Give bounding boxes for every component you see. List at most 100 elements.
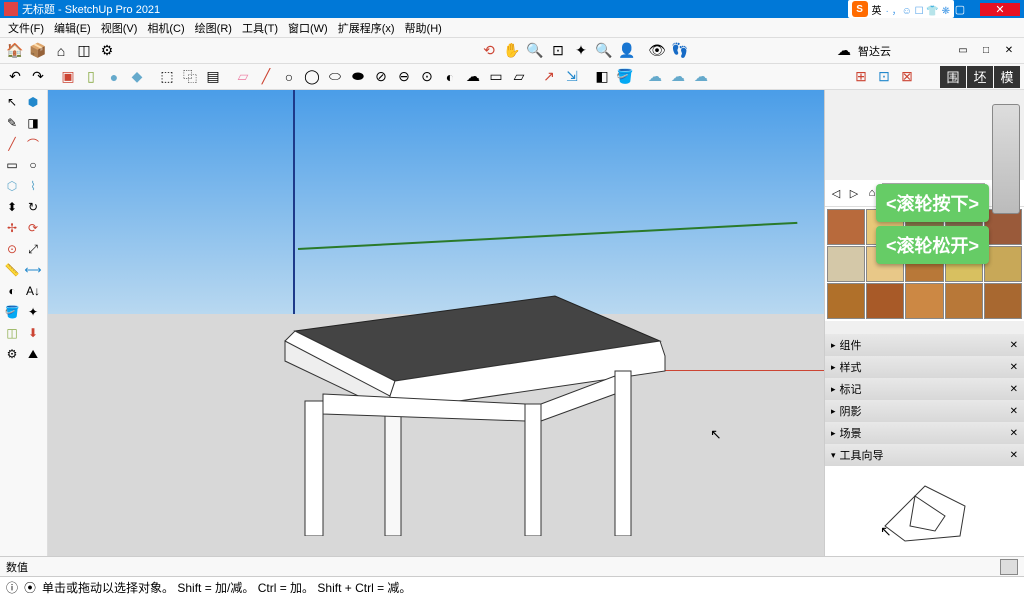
tray-header[interactable]: ▾工具向导✕ bbox=[825, 444, 1024, 466]
circle7-icon[interactable]: ⊙ bbox=[416, 66, 438, 88]
tray-header[interactable]: ▸标记✕ bbox=[825, 378, 1024, 400]
material-swatch[interactable] bbox=[827, 283, 865, 319]
zoom-icon[interactable]: 🔍 bbox=[524, 40, 546, 62]
close-button[interactable]: ✕ bbox=[980, 3, 1020, 16]
protractor-icon[interactable]: ◐ bbox=[2, 281, 22, 301]
tray-header[interactable]: ▸场景✕ bbox=[825, 422, 1024, 444]
panel-min-icon[interactable]: ▭ bbox=[952, 40, 974, 62]
menu-camera[interactable]: 相机(C) bbox=[143, 18, 188, 38]
move2-icon[interactable]: ✢ bbox=[2, 218, 22, 238]
tray-close-icon[interactable]: ✕ bbox=[1010, 362, 1018, 373]
menu-file[interactable]: 文件(F) bbox=[4, 18, 48, 38]
select-icon[interactable]: ⬚ bbox=[156, 66, 178, 88]
copy-icon[interactable]: ⿻ bbox=[179, 66, 201, 88]
warehouse-icon[interactable]: ⬇ bbox=[23, 323, 43, 343]
select-tool-icon[interactable]: ↖ bbox=[2, 92, 22, 112]
zoom-window-icon[interactable]: ⊡ bbox=[547, 40, 569, 62]
circle1-icon[interactable]: ○ bbox=[278, 66, 300, 88]
tab-3[interactable]: 模 bbox=[994, 66, 1020, 88]
line2-icon[interactable]: ╱ bbox=[2, 134, 22, 154]
follow-icon[interactable]: ↻ bbox=[23, 197, 43, 217]
gear-icon[interactable]: ⚙ bbox=[96, 40, 118, 62]
circle4-icon[interactable]: ⬬ bbox=[347, 66, 369, 88]
tab-2[interactable]: 坯 bbox=[967, 66, 993, 88]
menu-draw[interactable]: 绘图(R) bbox=[191, 18, 236, 38]
tray-close-icon[interactable]: ✕ bbox=[1010, 340, 1018, 351]
section-icon[interactable]: ◫ bbox=[2, 323, 22, 343]
arc-icon[interactable]: ⌒ bbox=[23, 134, 43, 154]
material-swatch[interactable] bbox=[945, 283, 983, 319]
viewport[interactable]: ↖ bbox=[48, 90, 824, 556]
home-icon[interactable]: ⌂ bbox=[50, 40, 72, 62]
circle5-icon[interactable]: ⊘ bbox=[370, 66, 392, 88]
eraser2-icon[interactable]: ◨ bbox=[23, 113, 43, 133]
undo-icon[interactable]: ↶ bbox=[4, 66, 26, 88]
material-swatch[interactable] bbox=[827, 246, 865, 282]
freehand-icon[interactable]: ⌇ bbox=[23, 176, 43, 196]
cylinder-icon[interactable]: ▯ bbox=[80, 66, 102, 88]
tray-close-icon[interactable]: ✕ bbox=[1010, 428, 1018, 439]
circle-tool-icon[interactable]: ○ bbox=[23, 155, 43, 175]
tray-close-icon[interactable]: ✕ bbox=[1010, 384, 1018, 395]
previous-view-icon[interactable]: 🔍 bbox=[593, 40, 615, 62]
rotate-icon[interactable]: ⟳ bbox=[23, 218, 43, 238]
move-icon[interactable]: ↗ bbox=[538, 66, 560, 88]
shape3-icon[interactable]: ▭ bbox=[485, 66, 507, 88]
tape-icon[interactable]: 📏 bbox=[2, 260, 22, 280]
material-swatch[interactable] bbox=[984, 246, 1022, 282]
cloud1-icon[interactable]: ☁ bbox=[644, 66, 666, 88]
rect-icon[interactable]: ▱ bbox=[232, 66, 254, 88]
redo-icon[interactable]: ↷ bbox=[27, 66, 49, 88]
eraser-icon[interactable]: ◧ bbox=[591, 66, 613, 88]
shape1-icon[interactable]: ◐ bbox=[439, 66, 461, 88]
walk-icon[interactable]: 👣 bbox=[669, 40, 691, 62]
cloud2-icon[interactable]: ☁ bbox=[667, 66, 689, 88]
orbit-icon[interactable]: ⟲ bbox=[478, 40, 500, 62]
panel-btn-2[interactable]: ⊡ bbox=[873, 66, 895, 88]
axes-icon[interactable]: ✦ bbox=[23, 302, 43, 322]
dimension-icon[interactable]: ⟷ bbox=[23, 260, 43, 280]
cloud-icon[interactable]: ☁ bbox=[833, 40, 855, 62]
panel-max-icon[interactable]: □ bbox=[975, 40, 997, 62]
offset-icon[interactable]: ⊙ bbox=[2, 239, 22, 259]
sphere-icon[interactable]: ● bbox=[103, 66, 125, 88]
ime-icon[interactable]: S bbox=[852, 1, 868, 17]
tray-header[interactable]: ▸阴影✕ bbox=[825, 400, 1024, 422]
pan-icon[interactable]: ✋ bbox=[501, 40, 523, 62]
tab-1[interactable]: 围 bbox=[940, 66, 966, 88]
material-swatch[interactable] bbox=[984, 209, 1022, 245]
zoom-extents-icon[interactable]: ✦ bbox=[570, 40, 592, 62]
sandbox-icon[interactable]: ⛰ bbox=[23, 344, 43, 364]
circle2-icon[interactable]: ◯ bbox=[301, 66, 323, 88]
tray-header[interactable]: ▸组件✕ bbox=[825, 334, 1024, 356]
box-icon[interactable]: 📦 bbox=[27, 40, 49, 62]
line-icon[interactable]: ╱ bbox=[255, 66, 277, 88]
menu-edit[interactable]: 编辑(E) bbox=[50, 18, 95, 38]
menu-tools[interactable]: 工具(T) bbox=[238, 18, 282, 38]
shape2-icon[interactable]: ☁ bbox=[462, 66, 484, 88]
material-swatch[interactable] bbox=[866, 283, 904, 319]
3d-icon[interactable]: ⬢ bbox=[23, 92, 43, 112]
poly2-icon[interactable]: ⬡ bbox=[2, 176, 22, 196]
shape4-icon[interactable]: ▱ bbox=[508, 66, 530, 88]
side-scrollbar[interactable] bbox=[992, 104, 1020, 214]
nav-fwd-icon[interactable]: ▷ bbox=[846, 185, 862, 201]
panel-btn-3[interactable]: ⊠ bbox=[896, 66, 918, 88]
material-swatch[interactable] bbox=[905, 283, 943, 319]
menu-extensions[interactable]: 扩展程序(x) bbox=[334, 18, 399, 38]
menu-window[interactable]: 窗口(W) bbox=[284, 18, 332, 38]
scale-icon[interactable]: ⇲ bbox=[561, 66, 583, 88]
tray-header[interactable]: ▸样式✕ bbox=[825, 356, 1024, 378]
pencil-icon[interactable]: ✎ bbox=[2, 113, 22, 133]
menu-help[interactable]: 帮助(H) bbox=[401, 18, 446, 38]
paint2-icon[interactable]: 🪣 bbox=[2, 302, 22, 322]
ime-lang[interactable]: 英 bbox=[872, 2, 882, 17]
pushpull-icon[interactable]: ⬍ bbox=[2, 197, 22, 217]
extensions-icon[interactable]: ⚙ bbox=[2, 344, 22, 364]
circle3-icon[interactable]: ⬭ bbox=[324, 66, 346, 88]
look-icon[interactable]: 👁 bbox=[646, 40, 668, 62]
material-swatch[interactable] bbox=[827, 209, 865, 245]
poly-icon[interactable]: ◆ bbox=[126, 66, 148, 88]
rect2-icon[interactable]: ▭ bbox=[2, 155, 22, 175]
cube-icon[interactable]: ◫ bbox=[73, 40, 95, 62]
